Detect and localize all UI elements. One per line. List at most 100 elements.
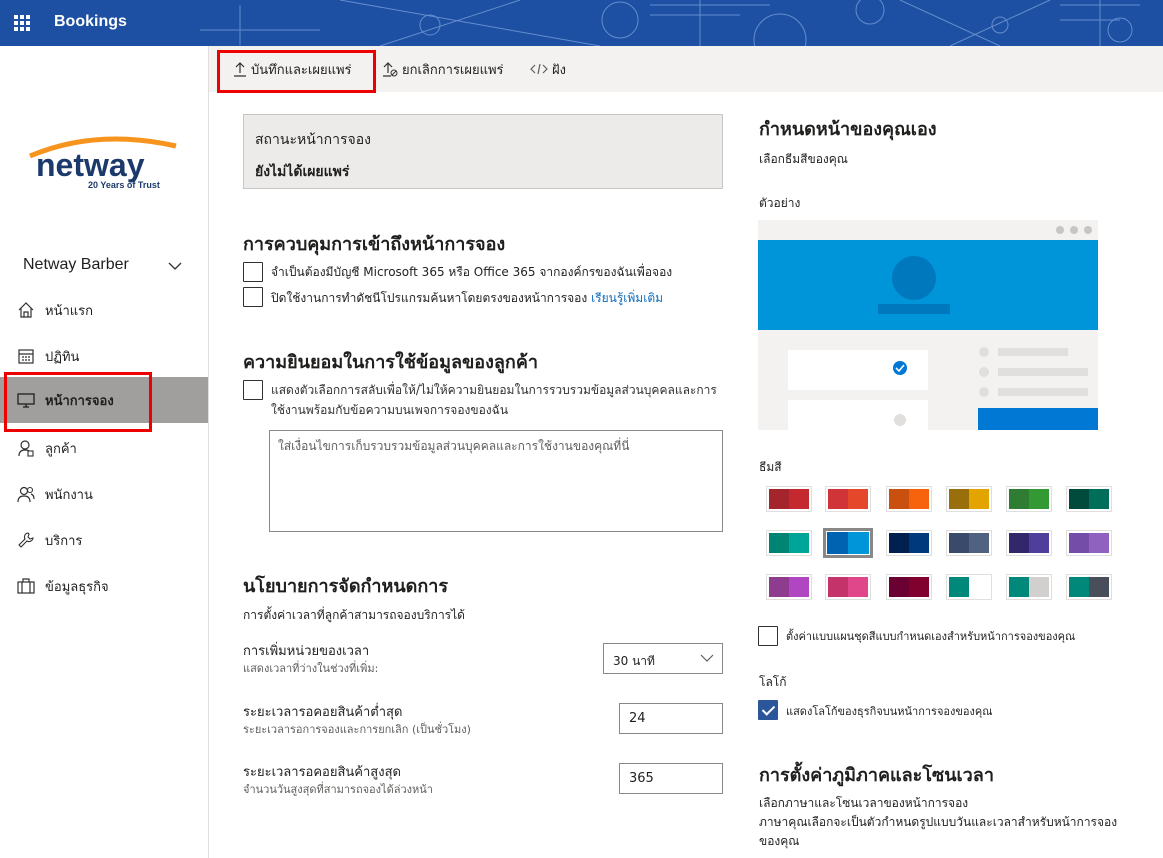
min-lead-hint: ระยะเวลารอการจองและการยกเลิก (เป็นชั่วโม… [243,723,471,736]
theme-swatch[interactable] [825,574,871,600]
swatch-color [848,577,868,597]
disable-indexing-checkbox[interactable] [243,287,263,307]
swatch-color [828,489,848,509]
sidebar: netway 20 Years of Trust Netway Barber ห… [0,46,209,858]
swatch-color [889,577,909,597]
booking-status-panel: สถานะหน้าการจอง ยังไม่ได้เผยแพร่ [243,114,723,189]
consent-toggle-checkbox[interactable] [243,380,263,400]
swatch-color [909,577,929,597]
sidebar-item-home[interactable]: หน้าแรก [0,287,208,333]
consent-option-label-line1: แสดงตัวเลือกการสลับเพื่อให้/ไม่ให้ความยิ… [271,383,717,397]
theme-swatch[interactable] [766,574,812,600]
swatch-color [909,489,929,509]
header-blueprint-art [200,0,1140,46]
swatch-color [1029,533,1049,553]
min-lead-input[interactable]: 24 [619,703,723,734]
theme-swatch[interactable] [1006,530,1052,556]
access-heading: การควบคุมการเข้าถึงหน้าการจอง [243,234,506,255]
region-line3: ของคุณ [759,834,800,848]
unpublish-label: ยกเลิกการเผยแพร่ [402,62,504,78]
logo-label: โลโก้ [759,675,787,689]
sidebar-item-label: พนักงาน [45,487,93,503]
status-title: สถานะหน้าการจอง [255,132,371,148]
theme-swatch[interactable] [1006,574,1052,600]
swatch-color [1069,489,1089,509]
swatch-color [1009,533,1029,553]
max-lead-input[interactable]: 365 [619,763,723,794]
theme-swatch[interactable] [766,530,812,556]
embed-button[interactable]: ฝัง [530,46,566,92]
sidebar-item-business-info[interactable]: ข้อมูลธุรกิจ [0,563,208,609]
time-increment-value: 30 นาที [613,654,655,668]
person-icon [18,440,34,457]
swatch-color [769,489,789,509]
preview-label: ตัวอย่าง [759,196,801,210]
time-increment-label: การเพิ่มหน่วยของเวลา [243,644,370,659]
consent-text-area[interactable]: ใส่เงื่อนไขการเก็บรวบรวมข้อมูลส่วนบุคคลแ… [269,430,723,532]
sidebar-item-label: ข้อมูลธุรกิจ [45,579,109,595]
briefcase-icon [17,578,35,594]
disable-indexing-label: ปิดใช้งานการทำดัชนีโปรแกรมค้นหาโดยตรงของ… [271,291,588,305]
custom-theme-label: ตั้งค่าแบบแผนชุดสีแบบกำหนดเองสำหรับหน้าก… [786,630,1076,643]
unpublish-icon [383,62,398,77]
unpublish-button[interactable]: ยกเลิกการเผยแพร่ [382,46,504,92]
chevron-down-icon [700,654,714,662]
calendar-icon [18,349,34,364]
theme-swatch[interactable] [766,486,812,512]
swatch-color [909,533,929,553]
theme-swatch[interactable] [823,528,873,558]
swatch-color [1089,489,1109,509]
theme-swatch[interactable] [1066,574,1112,600]
app-title: Bookings [54,13,127,30]
home-icon [18,302,34,318]
customize-subtitle: เลือกธีมสีของคุณ [759,152,848,166]
theme-swatch[interactable] [946,530,992,556]
theme-swatch[interactable] [886,486,932,512]
policy-heading: นโยบายการจัดกำหนดการ [243,576,449,597]
app-header: Bookings [0,0,1163,46]
theme-swatch[interactable] [946,574,992,600]
swatch-color [1069,533,1089,553]
swatch-color [1089,533,1109,553]
disable-indexing-row: ปิดใช้งานการทำดัชนีโปรแกรมค้นหาโดยตรงของ… [271,289,663,308]
sidebar-item-services[interactable]: บริการ [0,517,208,563]
theme-swatch[interactable] [825,486,871,512]
theme-swatch[interactable] [1066,486,1112,512]
swatch-color [1029,489,1049,509]
swatch-color [827,532,848,554]
consent-heading: ความยินยอมในการใช้ข้อมูลของลูกค้า [243,352,538,373]
swatch-color [789,489,809,509]
show-logo-checkbox[interactable] [758,700,778,720]
theme-label: ธีมสี [759,460,782,474]
app-launcher-icon[interactable] [14,15,30,31]
swatch-color [949,489,969,509]
region-line1: เลือกภาษาและโซนเวลาของหน้าการจอง [759,796,969,810]
swatch-color [949,577,969,597]
customize-heading: กำหนดหน้าของคุณเอง [759,119,937,140]
swatch-color [1069,577,1089,597]
swatch-color [949,533,969,553]
show-logo-label: แสดงโลโก้ของธุรกิจบนหน้าการจองของคุณ [786,705,993,718]
theme-swatch[interactable] [886,530,932,556]
business-selector[interactable]: Netway Barber [23,256,193,280]
theme-swatch[interactable] [1006,486,1052,512]
consent-placeholder: ใส่เงื่อนไขการเก็บรวบรวมข้อมูลส่วนบุคคลแ… [278,439,630,453]
swatch-color [769,577,789,597]
wrench-icon [18,532,34,548]
swatch-color [769,533,789,553]
theme-swatch[interactable] [886,574,932,600]
swatch-color [969,533,989,553]
custom-theme-checkbox[interactable] [758,626,778,646]
preview-illustration [758,220,1098,430]
theme-swatch[interactable] [1066,530,1112,556]
swatch-color [969,489,989,509]
sidebar-item-staff[interactable]: พนักงาน [0,471,208,517]
learn-more-link[interactable]: เรียนรู้เพิ่มเติม [591,291,663,305]
netway-logo: netway 20 Years of Trust [29,136,177,190]
embed-label: ฝัง [552,62,566,78]
min-lead-value: 24 [629,711,646,726]
require-account-checkbox[interactable] [243,262,263,282]
time-increment-select[interactable]: 30 นาที [603,643,723,674]
theme-swatch[interactable] [946,486,992,512]
swatch-color [1029,577,1049,597]
